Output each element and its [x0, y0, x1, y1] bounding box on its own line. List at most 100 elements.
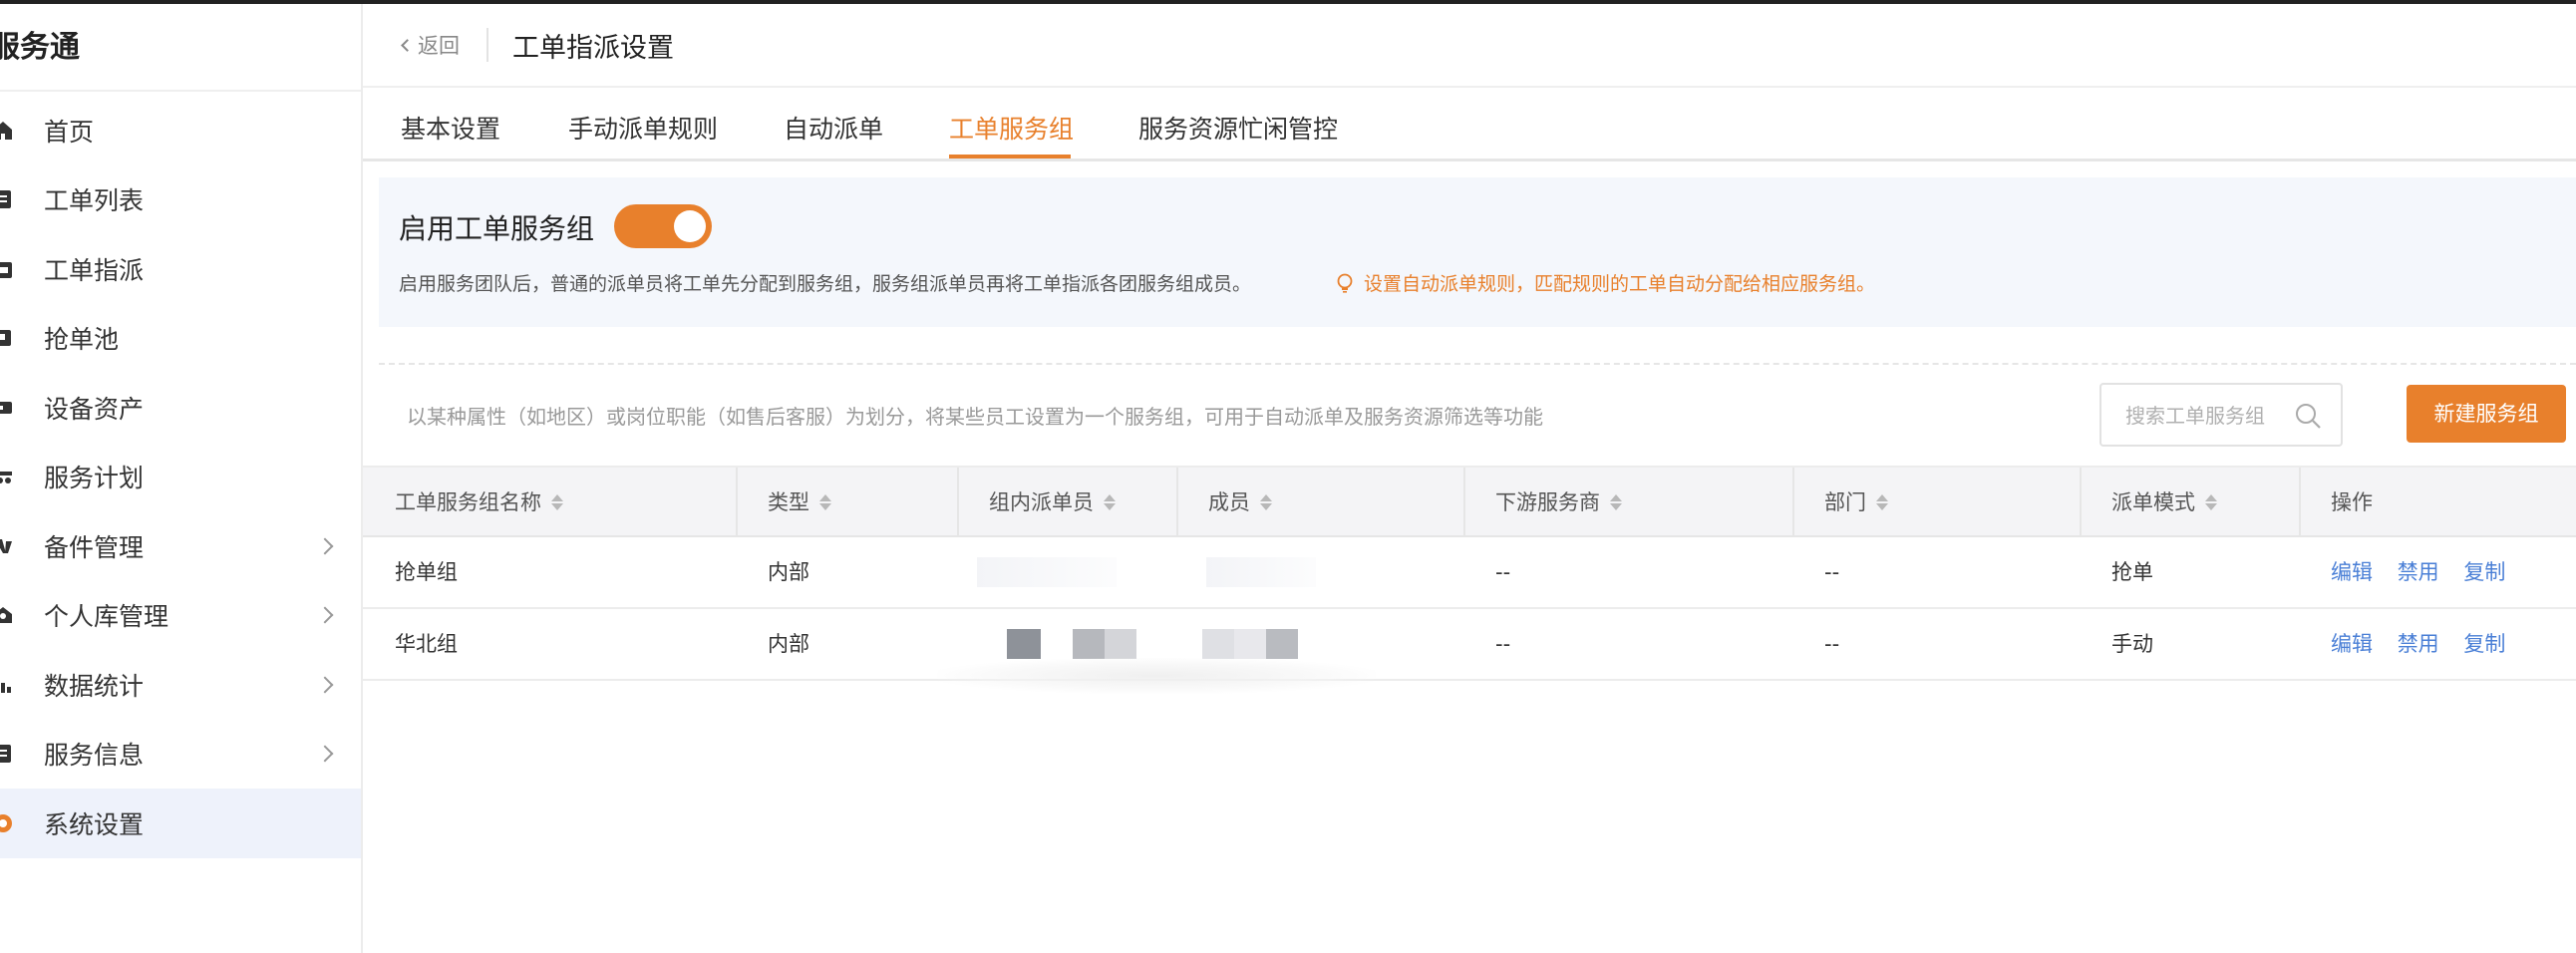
copy-link[interactable]: 复制	[2463, 560, 2505, 584]
sidebar-item-service-plan[interactable]: 服务计划	[0, 443, 361, 512]
column-header-label: 工单服务组名称	[395, 490, 541, 514]
gear-icon	[0, 812, 14, 834]
personal-stock-icon	[0, 604, 14, 626]
service-group-search	[2099, 383, 2343, 447]
column-divider	[1463, 468, 1465, 537]
column-header-members[interactable]: 成员	[1208, 468, 1272, 537]
column-header-dispatchers[interactable]: 组内派单员	[989, 468, 1116, 537]
plan-icon	[0, 466, 14, 487]
home-icon	[0, 120, 14, 142]
service-group-description: 启用服务团队后，普通的派单员将工单先分配到服务组，服务组派单员再将工单指派各团服…	[399, 273, 1252, 295]
new-service-group-button[interactable]: 新建服务组	[2407, 385, 2566, 443]
chart-icon	[0, 674, 14, 696]
sidebar-item-device-assets[interactable]: 设备资产	[0, 373, 361, 443]
sidebar-item-system-settings[interactable]: 系统设置	[0, 789, 361, 858]
column-divider	[736, 468, 738, 537]
cell-dispatch-mode: 手动	[2111, 632, 2153, 656]
cell-type: 内部	[768, 560, 809, 584]
lightbulb-icon	[1337, 273, 1353, 293]
sidebar-item-service-info[interactable]: 服务信息	[0, 720, 361, 790]
redacted-avatar	[1202, 629, 1234, 659]
back-button[interactable]: 返回	[401, 30, 460, 60]
column-header-label: 下游服务商	[1495, 490, 1600, 514]
cell-group-name: 抢单组	[395, 560, 458, 584]
column-divider	[2299, 468, 2301, 537]
auto-dispatch-rule-link-text: 设置自动派单规则，匹配规则的工单自动分配给相应服务组。	[1364, 273, 1876, 295]
section-divider	[379, 363, 2576, 365]
active-tab-indicator	[949, 155, 1071, 159]
sidebar-item-ticket-list[interactable]: 工单列表	[0, 165, 361, 235]
cell-dispatch-mode: 抢单	[2111, 560, 2153, 584]
chevron-right-icon	[316, 745, 334, 763]
column-header-dispatch-mode[interactable]: 派单模式	[2111, 468, 2217, 537]
edit-link[interactable]: 编辑	[2331, 560, 2373, 584]
cell-type: 内部	[768, 632, 809, 656]
tab-resource-busy-control[interactable]: 服务资源忙闲管控	[1138, 110, 1338, 146]
pool-icon	[0, 327, 14, 349]
sidebar-item-label: 首页	[44, 117, 95, 147]
sort-icon	[1610, 494, 1622, 510]
sidebar-item-home[interactable]: 首页	[0, 96, 361, 165]
chevron-left-icon	[401, 38, 414, 52]
sidebar-item-personal-stock[interactable]: 个人库管理	[0, 581, 361, 651]
redacted-avatar	[1105, 629, 1136, 659]
auto-dispatch-rule-link[interactable]: 设置自动派单规则，匹配规则的工单自动分配给相应服务组。	[1334, 269, 1875, 296]
chevron-right-icon	[316, 537, 334, 555]
table-row: 华北组 内部 -- -- 手动 编辑 禁用 复制	[363, 609, 2576, 681]
copy-link[interactable]: 复制	[2463, 632, 2505, 656]
chevron-right-icon	[316, 676, 334, 694]
search-input[interactable]	[2125, 401, 2295, 431]
column-header-label: 操作	[2331, 490, 2373, 514]
disable-link[interactable]: 禁用	[2398, 632, 2439, 656]
cell-department: --	[1824, 560, 1840, 584]
cell-vendor: --	[1495, 632, 1511, 656]
column-header-department[interactable]: 部门	[1824, 468, 1888, 537]
toggle-knob	[674, 210, 706, 242]
sidebar: 服务通 首页 工单列表 工单指派 抢单池 设备资产 服务计划 备件管理 个人库管…	[0, 4, 363, 953]
sidebar-item-grab-pool[interactable]: 抢单池	[0, 304, 361, 374]
column-header-label: 组内派单员	[989, 490, 1094, 514]
column-divider	[957, 468, 959, 537]
cell-vendor: --	[1495, 560, 1511, 584]
column-header-name[interactable]: 工单服务组名称	[395, 468, 563, 537]
sort-icon	[551, 494, 563, 510]
info-icon	[0, 743, 14, 765]
edit-link[interactable]: 编辑	[2331, 632, 2373, 656]
sidebar-item-ticket-dispatch[interactable]: 工单指派	[0, 234, 361, 304]
tab-basic-settings[interactable]: 基本设置	[401, 110, 500, 146]
sidebar-item-label: 服务信息	[44, 741, 145, 771]
redacted-dispatchers	[977, 557, 1117, 587]
parts-icon	[0, 535, 14, 557]
sidebar-item-data-statistics[interactable]: 数据统计	[0, 650, 361, 720]
redacted-avatar	[1266, 629, 1298, 659]
sidebar-item-parts-management[interactable]: 备件管理	[0, 511, 361, 581]
redaction-smudge	[937, 658, 1376, 694]
brand-divider	[0, 90, 361, 92]
brand-title: 服务通	[0, 30, 80, 65]
sidebar-item-label: 备件管理	[44, 532, 145, 562]
sidebar-nav: 首页 工单列表 工单指派 抢单池 设备资产 服务计划 备件管理 个人库管理 数据…	[0, 96, 361, 858]
back-label: 返回	[418, 34, 460, 58]
redacted-avatar	[1234, 629, 1266, 659]
chevron-right-icon	[316, 606, 334, 624]
column-header-vendor[interactable]: 下游服务商	[1495, 468, 1622, 537]
tab-manual-dispatch-rules[interactable]: 手动派单规则	[568, 110, 718, 146]
sort-icon	[1104, 494, 1116, 510]
column-header-label: 部门	[1824, 490, 1866, 514]
disable-link[interactable]: 禁用	[2398, 560, 2439, 584]
search-icon[interactable]	[2293, 401, 2323, 431]
device-icon	[0, 397, 14, 419]
redacted-members	[1206, 557, 1316, 587]
enable-service-group-toggle[interactable]	[614, 204, 712, 248]
table-row: 抢单组 内部 -- -- 抢单 编辑 禁用 复制	[363, 537, 2576, 609]
redacted-avatar	[1073, 629, 1105, 659]
column-header-type[interactable]: 类型	[768, 468, 831, 537]
sidebar-item-label: 设备资产	[44, 394, 145, 424]
sort-icon	[2205, 494, 2217, 510]
tab-service-group[interactable]: 工单服务组	[949, 110, 1074, 146]
cell-actions: 编辑 禁用 复制	[2331, 537, 2523, 607]
sidebar-item-label: 系统设置	[44, 809, 145, 839]
tab-auto-dispatch[interactable]: 自动派单	[784, 110, 883, 146]
sort-icon	[819, 494, 831, 510]
sort-icon	[1260, 494, 1272, 510]
